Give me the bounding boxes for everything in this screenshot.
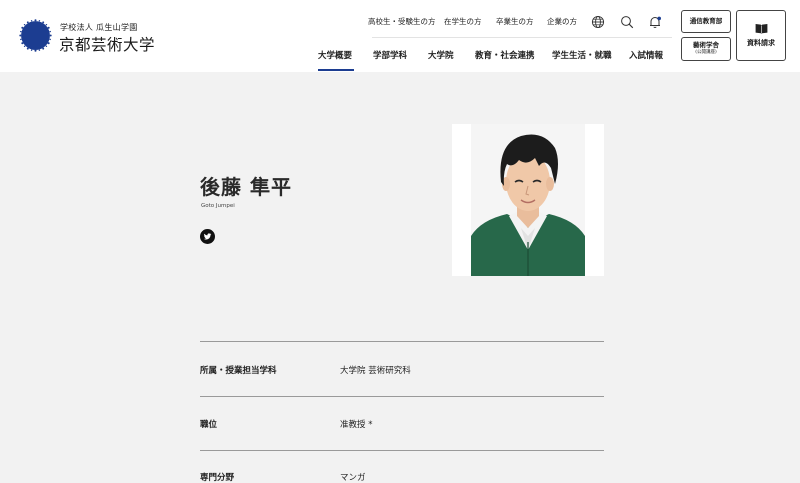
info-key-position: 職位 (200, 420, 218, 430)
arts-society-note: (公開講座) (695, 50, 717, 56)
row-divider (200, 341, 604, 342)
request-docs-button[interactable]: 資料請求 (736, 10, 786, 61)
util-link-alumni[interactable]: 卒業生の方 (496, 16, 534, 27)
info-value-department: 大学院 芸術研究科 (340, 366, 411, 376)
university-logo-icon[interactable] (18, 18, 53, 53)
nav-education[interactable]: 教育・社会連携 (475, 49, 535, 61)
twitter-icon[interactable] (200, 229, 215, 244)
nav-student-life[interactable]: 学生生活・就職 (552, 49, 612, 61)
portrait-photo (471, 124, 585, 276)
util-link-students[interactable]: 在学生の方 (444, 16, 482, 27)
nav-faculties[interactable]: 学部学科 (373, 49, 407, 61)
site-header: 学校法人 瓜生山学園 京都芸術大学 高校生・受験生の方 在学生の方 卒業生の方 … (0, 0, 800, 72)
row-divider (200, 450, 604, 451)
correspondence-button[interactable]: 通信教育部 (681, 10, 731, 33)
brand-subtitle: 学校法人 瓜生山学園 (60, 23, 138, 32)
book-icon (755, 24, 767, 34)
nav-about[interactable]: 大学概要 (318, 49, 352, 61)
brand-name[interactable]: 京都芸術大学 (59, 33, 155, 55)
info-value-field: マンガ (340, 473, 366, 483)
active-nav-indicator (318, 69, 354, 71)
profile-name: 後藤 隼平 (200, 175, 292, 199)
profile-name-roman: Goto Jumpei (201, 203, 235, 209)
util-link-prospective[interactable]: 高校生・受験生の方 (368, 16, 436, 27)
util-link-companies[interactable]: 企業の方 (547, 16, 577, 27)
search-icon[interactable] (620, 15, 634, 29)
info-key-field: 専門分野 (200, 473, 235, 483)
globe-icon[interactable] (591, 15, 605, 29)
request-docs-label: 資料請求 (747, 39, 775, 47)
row-divider (200, 396, 604, 397)
bell-icon[interactable] (648, 15, 662, 29)
nav-admissions[interactable]: 入試情報 (629, 49, 663, 61)
info-value-position: 准教授 * (340, 420, 373, 430)
info-key-department: 所属・授業担当学科 (200, 366, 277, 376)
correspondence-label: 通信教育部 (689, 16, 723, 25)
utility-divider (372, 37, 672, 38)
nav-graduate[interactable]: 大学院 (428, 49, 454, 61)
portrait-illustration (471, 124, 585, 276)
arts-society-button[interactable]: 藝術学舎 (公開講座) (681, 37, 731, 61)
